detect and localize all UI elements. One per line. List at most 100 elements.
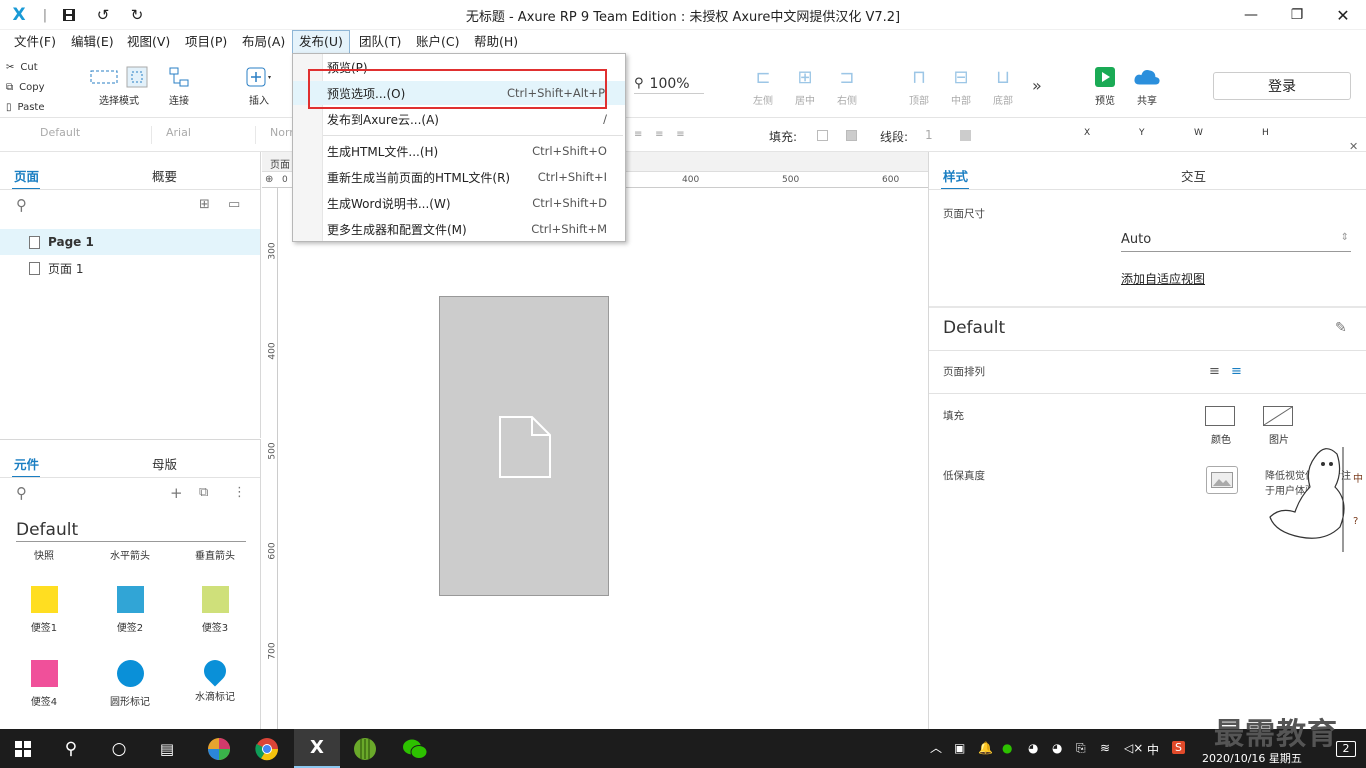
menu-help[interactable]: 帮助(H) bbox=[468, 30, 524, 54]
photos-app-icon[interactable] bbox=[196, 729, 242, 768]
wifi-icon[interactable]: ≋ bbox=[1100, 741, 1110, 755]
select-mode-button[interactable]: 选择模式 bbox=[84, 66, 154, 107]
tray-wechat-icon[interactable]: ● bbox=[1002, 741, 1012, 755]
notification-center-icon[interactable]: 2 bbox=[1336, 741, 1356, 757]
sogou-ime-icon[interactable]: S bbox=[1172, 741, 1185, 754]
insert-button[interactable]: 插入 bbox=[240, 66, 278, 107]
align-center-page-icon[interactable]: ≡ bbox=[1231, 364, 1242, 379]
page-item-2[interactable]: 页面 1 bbox=[0, 255, 260, 281]
close-panel-icon[interactable]: ✕ bbox=[1349, 140, 1358, 153]
style-select[interactable]: Default bbox=[40, 126, 152, 144]
align-left-page-icon[interactable]: ≡ bbox=[1209, 364, 1220, 379]
widget-vertical-arrow[interactable]: 垂直箭头 bbox=[180, 547, 250, 562]
widget-horizontal-arrow[interactable]: 水平箭头 bbox=[95, 547, 165, 562]
widget-snapshot[interactable]: 快照 bbox=[9, 547, 79, 562]
tab-style[interactable]: 样式 bbox=[943, 166, 968, 185]
wechat-icon[interactable] bbox=[392, 729, 438, 768]
qq-icon-2[interactable]: ◕ bbox=[1052, 741, 1062, 755]
share-button[interactable]: 共享 bbox=[1130, 66, 1164, 107]
menu-item-regenerate-html[interactable]: 重新生成当前页面的HTML文件(R) Ctrl+Shift+I bbox=[293, 165, 625, 189]
tab-outline[interactable]: 概要 bbox=[152, 166, 177, 185]
qq-icon[interactable]: ◕ bbox=[1028, 741, 1038, 755]
search-icon[interactable]: ⚲ bbox=[48, 729, 94, 768]
chrome-icon[interactable] bbox=[244, 729, 290, 768]
windows-start-icon[interactable] bbox=[0, 729, 46, 768]
search-icon[interactable]: ⚲ bbox=[16, 196, 27, 214]
fill-color-button[interactable]: 颜色 bbox=[1205, 406, 1237, 446]
connect-button[interactable]: 连接 bbox=[160, 66, 198, 107]
menu-edit[interactable]: 编辑(E) bbox=[65, 30, 120, 54]
widget-sticky-3[interactable]: 便签3 bbox=[180, 586, 250, 634]
fill-image-button[interactable]: 图片 bbox=[1263, 406, 1295, 446]
tab-masters[interactable]: 母版 bbox=[152, 454, 177, 473]
widget-drop-marker[interactable]: 水滴标记 bbox=[180, 655, 250, 703]
menu-view[interactable]: 视图(V) bbox=[121, 30, 176, 54]
menu-publish[interactable]: 发布(U) bbox=[292, 30, 350, 54]
library-select[interactable]: Default bbox=[16, 520, 246, 542]
zoom-select[interactable]: ⚲ 100% bbox=[634, 74, 704, 94]
notification-bell-icon[interactable]: 🔔 bbox=[978, 741, 993, 755]
tab-pages[interactable]: 页面 bbox=[14, 166, 39, 185]
paste-button[interactable]: ▯ Paste bbox=[6, 97, 45, 117]
menu-item-generate-word[interactable]: 生成Word说明书...(W) Ctrl+Shift+D bbox=[293, 191, 625, 215]
line-color-swatch[interactable] bbox=[960, 130, 971, 141]
cut-button[interactable]: ✂ Cut bbox=[6, 57, 38, 77]
image-placeholder-widget[interactable] bbox=[439, 296, 609, 596]
align-right-button[interactable]: ⊐ 右侧 bbox=[832, 66, 862, 108]
task-view-icon[interactable]: ▤ bbox=[144, 729, 190, 768]
axure-taskbar-icon[interactable]: X bbox=[294, 729, 340, 768]
search-icon[interactable]: ⚲ bbox=[16, 484, 27, 502]
page-item-page1[interactable]: Page 1 bbox=[0, 229, 260, 255]
preview-button[interactable]: 预览 bbox=[1090, 66, 1120, 107]
library-stack-icon[interactable]: ⧉ bbox=[199, 485, 208, 500]
align-top-button[interactable]: ⊓ 顶部 bbox=[904, 66, 934, 108]
add-adaptive-view-link[interactable]: 添加自适应视图 bbox=[1121, 270, 1205, 287]
tab-interaction[interactable]: 交互 bbox=[1181, 166, 1206, 185]
page-size-select[interactable]: Auto ⇕ bbox=[1121, 232, 1351, 252]
volume-icon[interactable]: ◁× bbox=[1124, 741, 1143, 755]
minimize-icon[interactable]: — bbox=[1228, 0, 1274, 30]
clock-date[interactable]: 2020/10/16 星期五 bbox=[1202, 750, 1302, 766]
align-left-button[interactable]: ⊏ 左侧 bbox=[748, 66, 778, 108]
maximize-icon[interactable]: ❐ bbox=[1274, 0, 1320, 30]
align-bottom-button[interactable]: ⊔ 底部 bbox=[988, 66, 1018, 108]
tab-page[interactable]: 页面 bbox=[270, 156, 290, 171]
bamboo-app-icon[interactable] bbox=[342, 729, 388, 768]
cortana-icon[interactable]: ○ bbox=[96, 729, 142, 768]
menu-project[interactable]: 项目(P) bbox=[179, 30, 233, 54]
network-adapter-icon[interactable]: ⎘ bbox=[1076, 741, 1086, 756]
copy-button[interactable]: ⧉ Copy bbox=[6, 77, 45, 97]
more-chevron-icon[interactable]: » bbox=[1032, 76, 1042, 95]
font-select[interactable]: Arial bbox=[166, 126, 256, 144]
menu-item-publish-cloud[interactable]: 发布到Axure云...(A) / bbox=[293, 107, 625, 131]
font-style-select[interactable]: Norr bbox=[270, 126, 294, 144]
menu-team[interactable]: 团队(T) bbox=[353, 30, 407, 54]
widget-sticky-4[interactable]: 便签4 bbox=[9, 660, 79, 708]
widget-sticky-2[interactable]: 便签2 bbox=[95, 586, 165, 634]
edit-style-icon[interactable]: ✎ bbox=[1335, 320, 1347, 336]
menu-file[interactable]: 文件(F) bbox=[8, 30, 62, 54]
align-center-button[interactable]: ⊞ 居中 bbox=[790, 66, 820, 108]
text-align-buttons[interactable]: ≡ ≡ ≡ bbox=[634, 129, 744, 141]
menu-account[interactable]: 账户(C) bbox=[410, 30, 465, 54]
align-middle-button[interactable]: ⊟ 中部 bbox=[946, 66, 976, 108]
login-button[interactable]: 登录 bbox=[1213, 72, 1351, 100]
tray-app-icon[interactable]: ▣ bbox=[954, 741, 965, 755]
low-fidelity-toggle[interactable] bbox=[1206, 466, 1238, 494]
widget-sticky-1[interactable]: 便签1 bbox=[9, 586, 79, 634]
ime-indicator[interactable]: 中 bbox=[1147, 741, 1159, 758]
menu-item-generate-html[interactable]: 生成HTML文件...(H) Ctrl+Shift+O bbox=[293, 139, 625, 163]
fill-color-swatch[interactable] bbox=[817, 130, 828, 141]
menu-layout[interactable]: 布局(A) bbox=[236, 30, 291, 54]
menu-item-more-generators[interactable]: 更多生成器和配置文件(M) Ctrl+Shift+M bbox=[293, 217, 625, 241]
line-value[interactable]: 1 bbox=[925, 128, 933, 142]
tray-chevron-icon[interactable]: ︿ bbox=[930, 739, 942, 756]
add-folder-icon[interactable]: ▭ bbox=[228, 197, 240, 212]
tab-widgets[interactable]: 元件 bbox=[14, 454, 39, 473]
add-library-icon[interactable]: + bbox=[170, 484, 183, 502]
add-page-icon[interactable]: ⊞ bbox=[199, 197, 210, 212]
fill-image-swatch[interactable] bbox=[846, 130, 857, 141]
widget-circle-marker[interactable]: 圆形标记 bbox=[95, 660, 165, 708]
close-icon[interactable]: ✕ bbox=[1320, 0, 1366, 30]
more-options-icon[interactable]: ⋮ bbox=[233, 485, 246, 500]
